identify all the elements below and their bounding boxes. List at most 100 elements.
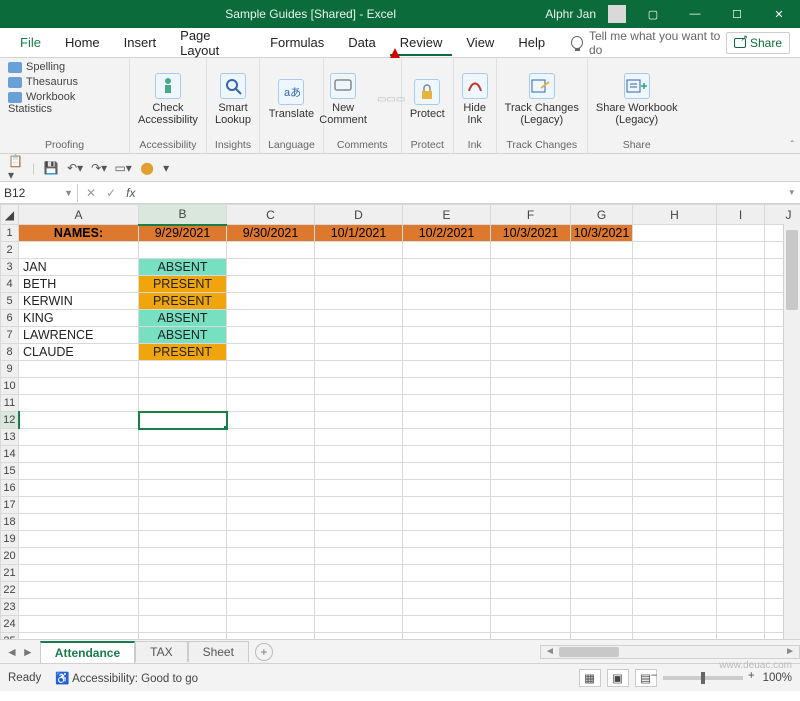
cell[interactable]	[571, 429, 633, 446]
cell[interactable]	[633, 531, 717, 548]
cell[interactable]	[315, 378, 403, 395]
cell[interactable]	[139, 395, 227, 412]
cell[interactable]	[571, 276, 633, 293]
cell[interactable]	[227, 548, 315, 565]
cell[interactable]	[139, 633, 227, 641]
cell[interactable]	[571, 327, 633, 344]
cell[interactable]	[717, 531, 765, 548]
select-all-cell[interactable]: ◢	[1, 205, 19, 225]
cell[interactable]	[403, 548, 491, 565]
cancel-formula-button[interactable]: ✕	[86, 186, 96, 200]
cell[interactable]	[19, 599, 139, 616]
user-avatar[interactable]	[608, 5, 626, 23]
cell[interactable]	[491, 565, 571, 582]
cell[interactable]	[139, 548, 227, 565]
menu-file[interactable]: File	[10, 29, 51, 56]
cell[interactable]: BETH	[19, 276, 139, 293]
row-header[interactable]: 2	[1, 242, 19, 259]
cell[interactable]	[633, 344, 717, 361]
cell[interactable]	[139, 565, 227, 582]
cell[interactable]	[227, 616, 315, 633]
cell[interactable]	[491, 514, 571, 531]
cell[interactable]	[227, 480, 315, 497]
cell[interactable]	[491, 446, 571, 463]
cell[interactable]	[315, 463, 403, 480]
cell[interactable]	[227, 378, 315, 395]
col-header[interactable]: H	[633, 205, 717, 225]
cell[interactable]	[717, 361, 765, 378]
cell[interactable]	[491, 616, 571, 633]
cell[interactable]	[491, 361, 571, 378]
row-header[interactable]: 21	[1, 565, 19, 582]
workbook-statistics-button[interactable]: Workbook Statistics	[8, 91, 121, 115]
cell[interactable]	[717, 514, 765, 531]
cell[interactable]	[633, 412, 717, 429]
cell[interactable]	[315, 327, 403, 344]
cell[interactable]	[571, 293, 633, 310]
cell[interactable]	[717, 395, 765, 412]
cell[interactable]	[315, 395, 403, 412]
col-header[interactable]: D	[315, 205, 403, 225]
qat-more-button[interactable]: ▾	[163, 161, 169, 175]
cell[interactable]	[227, 633, 315, 641]
cell[interactable]	[139, 514, 227, 531]
cell[interactable]	[717, 429, 765, 446]
cell[interactable]	[571, 531, 633, 548]
cell[interactable]	[19, 565, 139, 582]
cell[interactable]: ABSENT	[139, 310, 227, 327]
cell[interactable]	[315, 514, 403, 531]
cell[interactable]	[403, 463, 491, 480]
cell[interactable]	[633, 565, 717, 582]
cell[interactable]	[633, 514, 717, 531]
new-sheet-button[interactable]: +	[255, 643, 273, 661]
cell[interactable]	[19, 633, 139, 641]
col-header[interactable]: C	[227, 205, 315, 225]
cell[interactable]	[315, 310, 403, 327]
qat-redo-icon[interactable]: ↷▾	[91, 160, 107, 176]
col-header[interactable]: I	[717, 205, 765, 225]
cell[interactable]	[491, 599, 571, 616]
cell[interactable]	[491, 412, 571, 429]
track-changes-button[interactable]: Track Changes (Legacy)	[505, 73, 579, 126]
vertical-scrollbar[interactable]	[783, 224, 800, 639]
cell[interactable]	[139, 616, 227, 633]
maximize-button[interactable]: ☐	[722, 3, 752, 25]
sheet-tab-sheet[interactable]: Sheet	[188, 641, 249, 662]
cell[interactable]	[571, 582, 633, 599]
cell[interactable]	[403, 293, 491, 310]
cell[interactable]	[227, 497, 315, 514]
cell[interactable]: PRESENT	[139, 344, 227, 361]
qat-warning-icon[interactable]: ⬤	[139, 160, 155, 176]
row-header[interactable]: 6	[1, 310, 19, 327]
cell[interactable]	[139, 361, 227, 378]
cell[interactable]	[571, 395, 633, 412]
cell[interactable]	[403, 633, 491, 641]
cell[interactable]	[491, 429, 571, 446]
name-box[interactable]: B12 ▼	[0, 184, 78, 202]
row-header[interactable]: 9	[1, 361, 19, 378]
cell[interactable]	[571, 259, 633, 276]
cell[interactable]	[491, 310, 571, 327]
row-header[interactable]: 7	[1, 327, 19, 344]
cell[interactable]	[139, 429, 227, 446]
cell[interactable]	[227, 293, 315, 310]
cell[interactable]	[491, 327, 571, 344]
zoom-slider-knob[interactable]	[701, 672, 705, 684]
cell[interactable]	[491, 480, 571, 497]
share-button[interactable]: Share	[726, 32, 790, 54]
cell[interactable]	[139, 242, 227, 259]
cell[interactable]: 9/30/2021	[227, 225, 315, 242]
row-header[interactable]: 17	[1, 497, 19, 514]
row-header[interactable]: 4	[1, 276, 19, 293]
cell[interactable]	[717, 497, 765, 514]
cell[interactable]	[633, 361, 717, 378]
cell[interactable]	[315, 531, 403, 548]
cell[interactable]	[717, 616, 765, 633]
cell[interactable]	[403, 531, 491, 548]
scrollbar-thumb[interactable]	[786, 230, 798, 310]
row-header[interactable]: 22	[1, 582, 19, 599]
cell[interactable]	[19, 480, 139, 497]
cell[interactable]	[139, 446, 227, 463]
cell[interactable]	[403, 242, 491, 259]
sheet-tab-attendance[interactable]: Attendance	[40, 641, 135, 663]
